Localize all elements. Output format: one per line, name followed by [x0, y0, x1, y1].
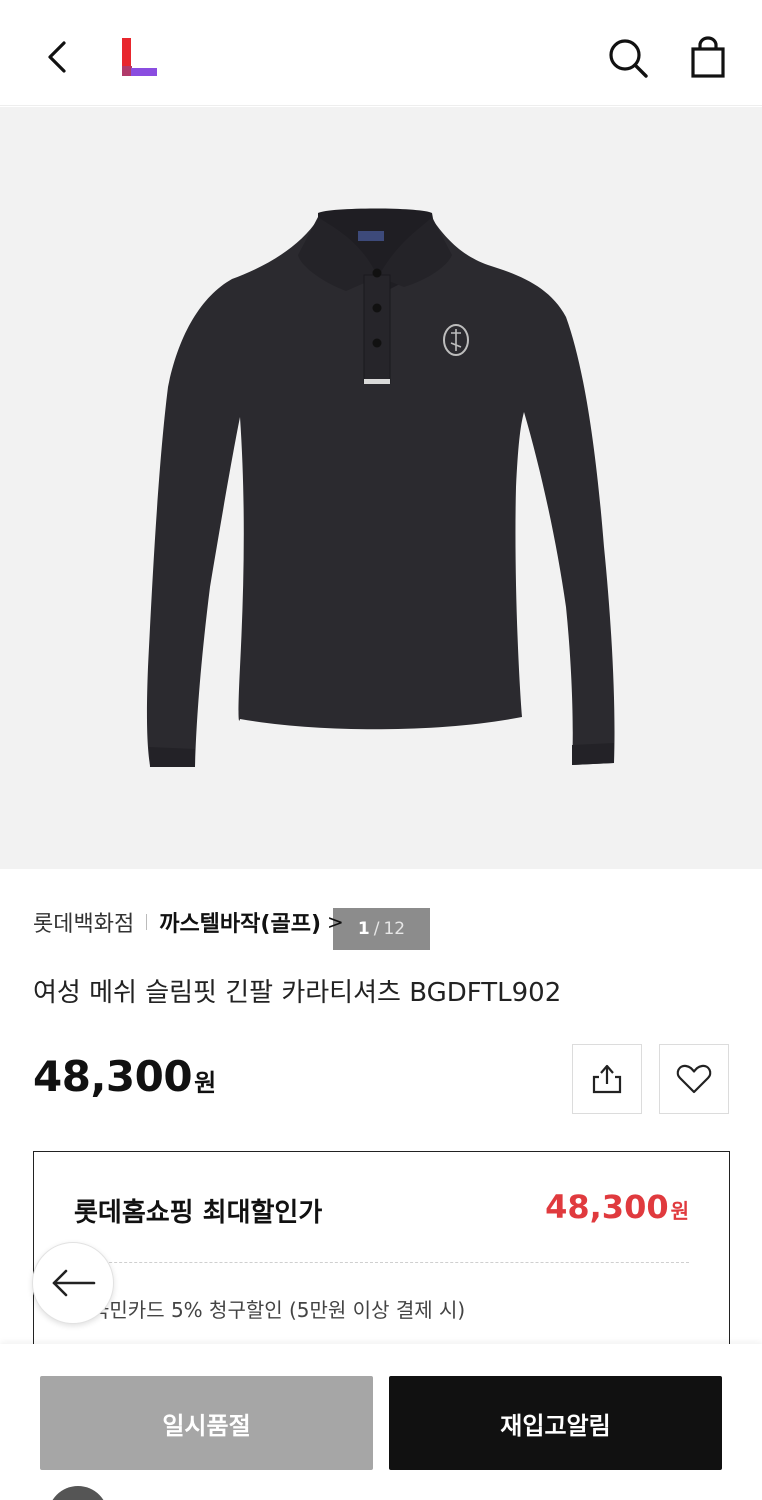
brand-divider — [146, 914, 148, 930]
card-benefit-text: 국민카드 5% 청구할인 (5만원 이상 결제 시) — [91, 1298, 466, 1322]
max-discount-card: 롯데홈쇼핑 최대할인가 48,300 원 국민카드 5% 청구할인 (5만원 이… — [33, 1151, 730, 1371]
price-value: 48,300 — [33, 1052, 193, 1101]
heart-icon — [676, 1064, 712, 1094]
wishlist-button[interactable] — [659, 1044, 729, 1114]
product-title: 여성 메쉬 슬림핏 긴팔 카라티셔츠 BGDFTL902 — [33, 978, 562, 1008]
shopping-bag-icon — [691, 36, 725, 78]
search-icon — [609, 39, 648, 78]
soldout-button[interactable]: 일시품절 — [40, 1376, 373, 1470]
card-benefit-item: 국민카드 5% 청구할인 (5만원 이상 결제 시) — [74, 1294, 465, 1323]
store-name[interactable]: 롯데백화점 — [33, 906, 134, 938]
brand-link[interactable]: 까스텔바작(골프) — [159, 906, 321, 938]
chevron-right-icon[interactable]: > — [327, 910, 344, 934]
pager-separator: / — [373, 919, 380, 939]
lotte-l-logo-icon — [122, 38, 157, 76]
restock-alert-button[interactable]: 재입고알림 — [389, 1376, 722, 1470]
bottom-action-bar: 일시품절 재입고알림 — [0, 1344, 762, 1500]
price-unit: 원 — [194, 1069, 217, 1097]
brand-breadcrumb: 롯데백화점 까스텔바작(골프) > — [33, 904, 344, 940]
search-button[interactable] — [606, 36, 650, 80]
arrow-left-icon — [52, 1269, 96, 1297]
product-image-gallery[interactable]: 1 / 12 — [0, 107, 762, 950]
back-button[interactable] — [36, 36, 78, 78]
floating-back-button[interactable] — [32, 1242, 114, 1324]
product-price: 48,300 원 — [33, 1052, 216, 1101]
share-button[interactable] — [572, 1044, 642, 1114]
discount-price-unit: 원 — [670, 1199, 689, 1223]
product-image — [146, 208, 615, 767]
top-header — [0, 0, 762, 106]
dashed-divider — [74, 1262, 689, 1263]
lotte-logo[interactable] — [122, 38, 158, 78]
pager-total: 12 — [383, 919, 406, 939]
discount-price: 48,300 원 — [545, 1188, 689, 1226]
share-icon — [592, 1064, 622, 1094]
cart-button[interactable] — [686, 36, 730, 80]
discount-price-value: 48,300 — [545, 1188, 669, 1226]
pager-current: 1 — [357, 919, 370, 939]
chevron-left-icon — [48, 41, 66, 73]
discount-label: 롯데홈쇼핑 최대할인가 — [74, 1198, 323, 1228]
image-pager: 1 / 12 — [333, 908, 430, 950]
